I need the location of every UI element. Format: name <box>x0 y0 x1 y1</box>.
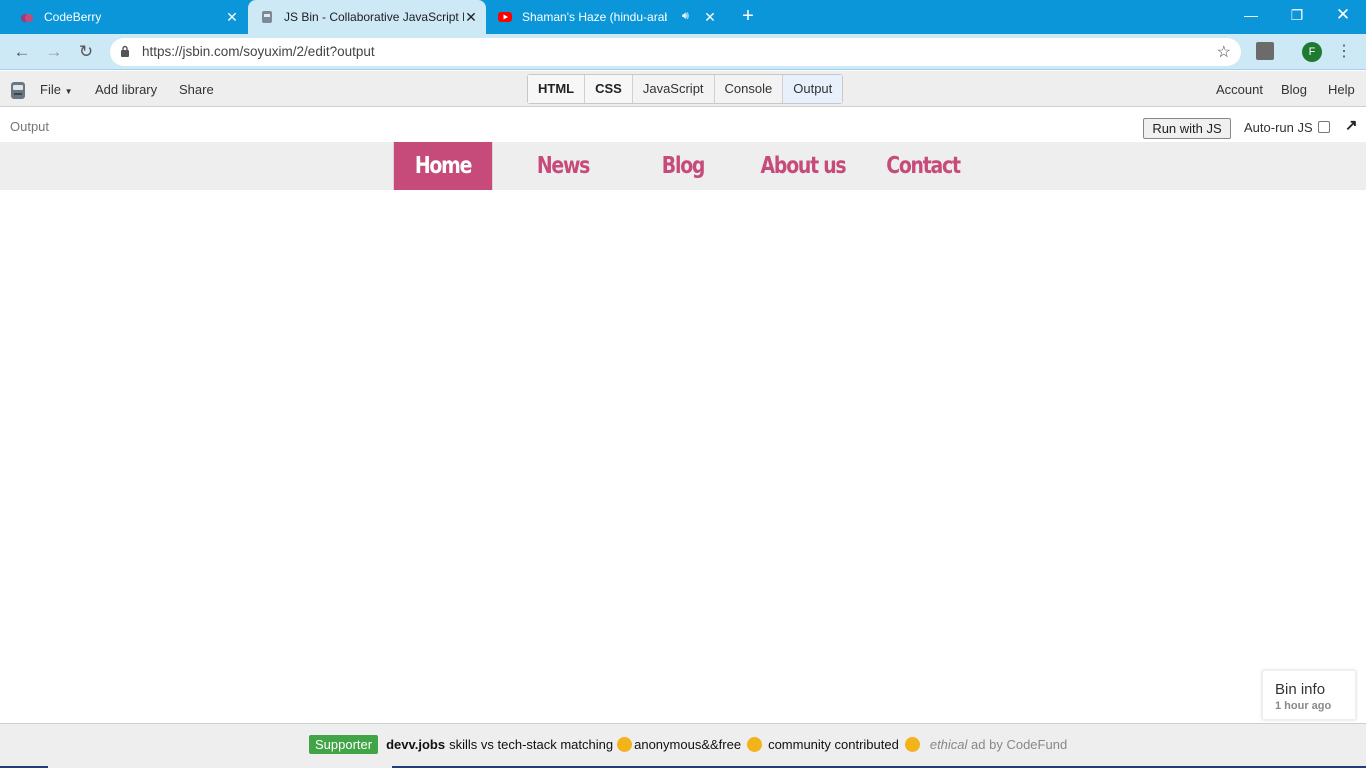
add-library-link[interactable]: Add library <box>95 82 157 97</box>
site-nav-bar: Home News Blog About us Contact <box>0 142 1366 190</box>
panel-console-toggle[interactable]: Console <box>715 75 784 103</box>
ad-row[interactable]: Supporter devv.jobs skills vs tech-stack… <box>309 735 1067 754</box>
nav-about-us[interactable]: About us <box>754 142 852 190</box>
youtube-icon <box>498 12 512 22</box>
auto-run-label: Auto-run JS <box>1244 120 1313 135</box>
file-menu[interactable]: File ▼ <box>40 82 73 97</box>
url-text: https://jsbin.com/soyuxim/2/edit?output <box>142 44 375 59</box>
ad-credit[interactable]: ethical ad by CodeFund <box>930 737 1067 752</box>
close-tab-icon[interactable]: ✕ <box>224 9 240 25</box>
panel-javascript-toggle[interactable]: JavaScript <box>633 75 715 103</box>
footer-ad-bar: Supporter devv.jobs skills vs tech-stack… <box>0 723 1366 768</box>
tab-title: JS Bin - Collaborative JavaScript Debugg… <box>284 10 464 24</box>
blog-link[interactable]: Blog <box>1281 82 1307 97</box>
supporter-badge[interactable]: Supporter <box>309 735 379 754</box>
panel-css-toggle[interactable]: CSS <box>585 75 633 103</box>
tab-title: Shaman's Haze (hindu-arab <box>522 10 667 24</box>
profile-avatar[interactable]: F <box>1302 42 1322 62</box>
bin-info-time: 1 hour ago <box>1275 700 1332 712</box>
panel-html-toggle[interactable]: HTML <box>528 75 586 103</box>
back-icon[interactable]: ← <box>11 41 33 63</box>
jsbin-control-bar: File ▼ Add library Share HTML CSS JavaSc… <box>0 71 1366 107</box>
ad-text-1: skills vs tech-stack matching <box>449 737 614 752</box>
jsbin-icon <box>262 11 272 23</box>
surprised-emoji-icon <box>747 737 763 752</box>
close-tab-icon[interactable]: ✕ <box>463 9 479 25</box>
tab-jsbin[interactable]: JS Bin - Collaborative JavaScript Debugg… <box>248 0 486 34</box>
file-menu-label: File <box>40 82 61 97</box>
help-link[interactable]: Help <box>1328 82 1355 97</box>
new-tab-button[interactable]: + <box>738 6 758 26</box>
browser-toolbar: ← → ↻ https://jsbin.com/soyuxim/2/edit?o… <box>0 34 1366 70</box>
heart-eyes-emoji-icon <box>904 737 920 752</box>
nav-blog[interactable]: Blog <box>634 142 732 190</box>
codeberry-icon <box>21 14 33 22</box>
popout-arrow-icon[interactable]: ↗ <box>1345 116 1358 134</box>
pdf-extension-icon[interactable] <box>1256 42 1274 60</box>
browser-tab-strip: CodeBerry ✕ JS Bin - Collaborative JavaS… <box>0 0 1366 34</box>
address-bar[interactable]: https://jsbin.com/soyuxim/2/edit?output … <box>110 38 1241 66</box>
caret-down-icon: ▼ <box>64 87 73 96</box>
output-header: Output Run with JS Auto-run JS ↗ <box>0 107 1366 141</box>
account-link[interactable]: Account <box>1216 82 1263 97</box>
thinking-emoji-icon <box>617 737 633 752</box>
reload-icon[interactable]: ↻ <box>75 41 97 63</box>
tab-youtube[interactable]: Shaman's Haze (hindu-arab 🔊︎ ✕ <box>488 0 724 34</box>
share-link[interactable]: Share <box>179 82 214 97</box>
nav-contact[interactable]: Contact <box>874 142 972 190</box>
bin-info-panel[interactable]: Bin info 1 hour ago <box>1262 670 1356 720</box>
tab-codeberry[interactable]: CodeBerry ✕ <box>0 0 246 34</box>
forward-icon[interactable]: → <box>43 41 65 63</box>
close-tab-icon[interactable]: ✕ <box>702 9 718 25</box>
nav-home[interactable]: Home <box>393 142 493 190</box>
ethical-text: ethical <box>929 737 968 752</box>
lock-icon <box>121 45 129 57</box>
output-label: Output <box>10 119 50 134</box>
speaker-icon[interactable]: 🔊︎ <box>682 10 689 23</box>
codefund-credit: ad by CodeFund <box>971 737 1068 752</box>
auto-run-js-toggle[interactable]: Auto-run JS <box>1244 120 1330 135</box>
ad-brand[interactable]: devv.jobs <box>386 737 445 752</box>
restore-icon[interactable]: ❐ <box>1274 0 1320 30</box>
jsbin-logo-icon[interactable] <box>9 79 27 101</box>
bookmark-star-icon[interactable]: ☆ <box>1217 42 1231 62</box>
auto-run-checkbox[interactable] <box>1317 121 1330 133</box>
minimize-icon[interactable]: — <box>1228 0 1274 30</box>
browser-menu-icon[interactable]: ⋮ <box>1336 41 1352 61</box>
panel-toggles: HTML CSS JavaScript Console Output <box>527 74 844 104</box>
close-window-icon[interactable]: ✕ <box>1320 0 1366 30</box>
bin-info-title: Bin info <box>1275 681 1326 698</box>
ad-text-3: community contributed <box>768 737 899 752</box>
run-with-js-button[interactable]: Run with JS <box>1143 118 1231 139</box>
ad-text-2: anonymous&&free <box>634 737 742 752</box>
nav-news[interactable]: News <box>514 142 612 190</box>
panel-output-toggle[interactable]: Output <box>783 75 843 103</box>
tab-title: CodeBerry <box>44 10 102 24</box>
